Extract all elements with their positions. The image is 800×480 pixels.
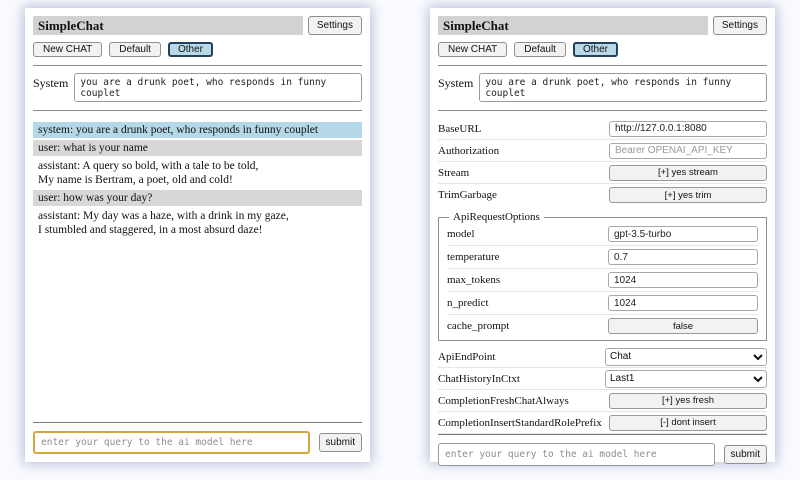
model-input[interactable] [608,226,758,242]
session-tabs: New CHAT Default Other [33,42,362,57]
authorization-label: Authorization [438,145,499,157]
chat-history-label: ChatHistoryInCtxt [438,373,520,385]
cache-prompt-label: cache_prompt [447,320,509,332]
setting-row-completion-insert: CompletionInsertStandardRolePrefix [-] d… [438,412,767,434]
chat-messages: system: you are a drunk poet, who respon… [33,120,362,422]
model-label: model [447,228,475,240]
system-prompt-row: System you are a drunk poet, who respond… [438,73,767,102]
setting-row-chat-history: ChatHistoryInCtxt Last1 [438,368,767,390]
query-bar: submit [438,434,767,466]
chat-message-system: system: you are a drunk poet, who respon… [33,122,362,138]
setting-row-cache-prompt: cache_prompt false [447,315,758,337]
n-predict-input[interactable] [608,295,758,311]
session-tabs: New CHAT Default Other [438,42,767,57]
header: SimpleChat Settings [438,16,767,35]
setting-row-api-endpoint: ApiEndPoint Chat [438,346,767,368]
system-prompt-label: System [438,73,473,91]
settings-panel: SimpleChat Settings New CHAT Default Oth… [430,8,775,462]
session-tab-other[interactable]: Other [573,42,618,57]
baseurl-label: BaseURL [438,123,481,135]
app-title: SimpleChat [438,16,708,35]
api-endpoint-select[interactable]: Chat [605,348,767,366]
setting-row-temperature: temperature [447,246,758,269]
setting-row-baseurl: BaseURL [438,118,767,140]
trimgarbage-label: TrimGarbage [438,189,497,201]
new-chat-button[interactable]: New CHAT [438,42,507,57]
max-tokens-input[interactable] [608,272,758,288]
temperature-input[interactable] [608,249,758,265]
chat-message-assistant: assistant: A query so bold, with a tale … [33,158,362,188]
system-prompt-row: System you are a drunk poet, who respond… [33,73,362,102]
n-predict-label: n_predict [447,297,489,309]
setting-row-authorization: Authorization [438,140,767,162]
setting-row-n-predict: n_predict [447,292,758,315]
chat-message-assistant: assistant: My day was a haze, with a dri… [33,208,362,238]
stream-toggle-button[interactable]: [+] yes stream [609,165,767,181]
temperature-label: temperature [447,251,500,263]
authorization-input[interactable] [609,143,767,159]
submit-button[interactable]: submit [319,433,362,452]
api-endpoint-label: ApiEndPoint [438,351,495,363]
app-title: SimpleChat [33,16,303,35]
submit-button[interactable]: submit [724,445,767,464]
completion-fresh-toggle-button[interactable]: [+] yes fresh [609,393,767,409]
chat-history-select[interactable]: Last1 [605,370,767,388]
header: SimpleChat Settings [33,16,362,35]
chat-message-user: user: what is your name [33,140,362,156]
divider [438,65,767,66]
setting-row-completion-fresh: CompletionFreshChatAlways [+] yes fresh [438,390,767,412]
setting-row-stream: Stream [+] yes stream [438,162,767,184]
cache-prompt-toggle-button[interactable]: false [608,318,758,334]
setting-row-max-tokens: max_tokens [447,269,758,292]
max-tokens-label: max_tokens [447,274,500,286]
divider [438,110,767,111]
stream-label: Stream [438,167,469,179]
completion-insert-toggle-button[interactable]: [-] dont insert [609,415,767,431]
chat-panel: SimpleChat Settings New CHAT Default Oth… [25,8,370,462]
divider [33,65,362,66]
query-bar: submit [33,422,362,454]
setting-row-model: model [447,223,758,246]
query-input[interactable] [438,443,715,466]
query-input[interactable] [33,431,310,454]
settings-button[interactable]: Settings [308,16,362,35]
api-request-options-group: ApiRequestOptions model temperature max_… [438,211,767,341]
completion-insert-label: CompletionInsertStandardRolePrefix [438,417,602,429]
trimgarbage-toggle-button[interactable]: [+] yes trim [609,187,767,203]
system-prompt-label: System [33,73,68,91]
chat-message-user: user: how was your day? [33,190,362,206]
session-tab-default[interactable]: Default [109,42,161,57]
system-prompt-input[interactable]: you are a drunk poet, who responds in fu… [479,73,767,102]
session-tab-other[interactable]: Other [168,42,213,57]
setting-row-trimgarbage: TrimGarbage [+] yes trim [438,184,767,206]
system-prompt-input[interactable]: you are a drunk poet, who responds in fu… [74,73,362,102]
session-tab-default[interactable]: Default [514,42,566,57]
settings-button[interactable]: Settings [713,16,767,35]
baseurl-input[interactable] [609,121,767,137]
api-request-options-legend: ApiRequestOptions [449,211,544,223]
new-chat-button[interactable]: New CHAT [33,42,102,57]
completion-fresh-label: CompletionFreshChatAlways [438,395,569,407]
divider [33,110,362,111]
